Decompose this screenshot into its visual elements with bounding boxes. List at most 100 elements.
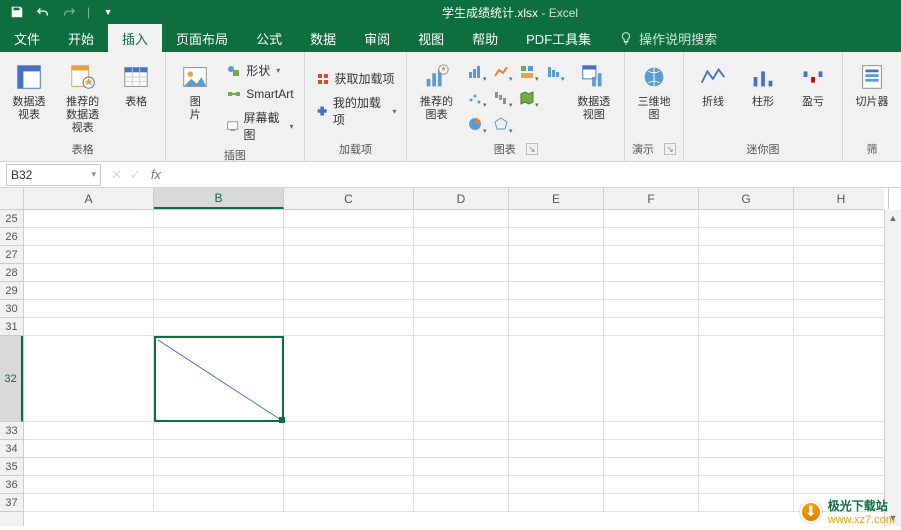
col-header-g[interactable]: G — [699, 188, 794, 209]
col-header-d[interactable]: D — [414, 188, 509, 209]
table-icon — [119, 60, 153, 94]
save-icon[interactable] — [6, 1, 28, 23]
group-label-sparklines: 迷你图 — [747, 139, 780, 161]
row-header-35[interactable]: 35 — [0, 458, 23, 476]
redo-icon — [58, 1, 80, 23]
charts-launcher[interactable]: ↘ — [526, 143, 538, 155]
name-box[interactable]: B32 — [6, 164, 101, 186]
undo-icon[interactable] — [32, 1, 54, 23]
column-headers: A B C D E F G H — [24, 188, 884, 210]
row-header-31[interactable]: 31 — [0, 318, 23, 336]
scroll-up-icon[interactable]: ▲ — [885, 210, 901, 226]
row-header-32[interactable]: 32 — [0, 336, 23, 422]
tab-home[interactable]: 开始 — [54, 24, 108, 52]
cancel-formula-icon: ✕ — [111, 167, 122, 183]
recommended-charts-button[interactable]: 推荐的 图表 — [413, 56, 459, 126]
formula-bar[interactable] — [169, 164, 901, 186]
my-addins-button[interactable]: 我的加载项▾ — [311, 92, 401, 130]
sparkline-column-button[interactable]: 柱形 — [740, 56, 786, 113]
scatter-chart-button[interactable] — [463, 86, 487, 110]
pie-chart-button[interactable] — [463, 112, 487, 136]
fx-icon[interactable]: fx — [151, 167, 161, 182]
select-all-corner[interactable] — [0, 188, 24, 210]
row-header-25[interactable]: 25 — [0, 210, 23, 228]
tab-file[interactable]: 文件 — [0, 24, 54, 52]
tab-pagelayout[interactable]: 页面布局 — [162, 24, 242, 52]
qat-customize-icon[interactable]: ▼ — [97, 1, 119, 23]
row-header-37[interactable]: 37 — [0, 494, 23, 512]
smartart-icon — [226, 86, 242, 102]
pivot-table-button[interactable]: 数据透 视表 — [6, 56, 52, 126]
tab-pdftools[interactable]: PDF工具集 — [512, 24, 605, 52]
watermark: ⬇ 极光下载站 www.xz7.com — [800, 497, 895, 526]
col-header-h[interactable]: H — [794, 188, 889, 209]
column-chart-button[interactable] — [463, 60, 487, 84]
column-chart-icon — [467, 64, 483, 80]
ribbon-tabs: 文件 开始 插入 页面布局 公式 数据 审阅 视图 帮助 PDF工具集 操作说明… — [0, 24, 901, 52]
row-header-30[interactable]: 30 — [0, 300, 23, 318]
recommended-pivot-button[interactable]: 推荐的 数据透视表 — [56, 56, 109, 139]
shapes-icon — [226, 63, 242, 79]
fill-handle[interactable] — [279, 417, 285, 423]
radar-chart-button[interactable] — [489, 112, 513, 136]
col-header-b[interactable]: B — [154, 188, 284, 209]
pictures-button[interactable]: 图 片 — [172, 56, 218, 126]
row-header-28[interactable]: 28 — [0, 264, 23, 282]
tab-data[interactable]: 数据 — [296, 24, 350, 52]
get-addins-button[interactable]: 获取加载项 — [311, 68, 401, 89]
row-header-26[interactable]: 26 — [0, 228, 23, 246]
qat-separator: | — [87, 5, 90, 19]
window-title: 学生成绩统计.xlsx - Excel — [119, 4, 901, 21]
recommended-pivot-icon — [66, 60, 100, 94]
screenshot-button[interactable]: 屏幕截图▾ — [222, 107, 297, 145]
smartart-button[interactable]: SmartArt — [222, 84, 297, 104]
pivot-chart-button[interactable]: 数据透视图 — [569, 56, 618, 126]
sparkline-winloss-button[interactable]: 盈亏 — [790, 56, 836, 113]
demo-launcher[interactable]: ↘ — [664, 143, 676, 155]
sparkline-line-button[interactable]: 折线 — [690, 56, 736, 113]
ribbon: 数据透 视表 推荐的 数据透视表 表格 表格 图 片 形状▾ SmartArt … — [0, 52, 901, 162]
shapes-button[interactable]: 形状▾ — [222, 60, 297, 81]
table-button[interactable]: 表格 — [113, 56, 159, 113]
waterfall-icon — [493, 90, 509, 106]
col-header-c[interactable]: C — [284, 188, 414, 209]
tab-review[interactable]: 审阅 — [350, 24, 404, 52]
active-cell-b32[interactable] — [154, 336, 284, 422]
row-header-33[interactable]: 33 — [0, 422, 23, 440]
row-header-27[interactable]: 27 — [0, 246, 23, 264]
statistic-icon — [545, 64, 561, 80]
tab-view[interactable]: 视图 — [404, 24, 458, 52]
map-icon — [519, 90, 535, 106]
screenshot-icon — [226, 118, 239, 134]
row-headers: 25 26 27 28 29 30 31 32 33 34 35 36 37 — [0, 210, 24, 526]
tell-me-search[interactable]: 操作说明搜索 — [605, 24, 731, 52]
radar-icon — [493, 116, 509, 132]
col-header-a[interactable]: A — [24, 188, 154, 209]
tab-help[interactable]: 帮助 — [458, 24, 512, 52]
vertical-scrollbar[interactable]: ▲ ▼ — [884, 210, 901, 526]
line-chart-icon — [493, 64, 509, 80]
group-label-filters: 筛 — [867, 139, 878, 161]
col-header-e[interactable]: E — [509, 188, 604, 209]
col-header-f[interactable]: F — [604, 188, 699, 209]
diagonal-line-shape — [156, 338, 282, 421]
line-chart-button[interactable] — [489, 60, 513, 84]
slicer-button[interactable]: 切片器 — [849, 56, 895, 113]
statistic-chart-button[interactable] — [541, 60, 565, 84]
map-chart-button[interactable] — [515, 86, 539, 110]
pivot-table-icon — [12, 60, 46, 94]
sparkline-winloss-icon — [796, 60, 830, 94]
group-label-demo: 演示↘ — [632, 139, 676, 161]
3d-map-button[interactable]: 三维地 图 — [631, 56, 677, 126]
hierarchy-chart-button[interactable] — [515, 60, 539, 84]
group-label-addins: 加载项 — [339, 139, 372, 161]
tab-formulas[interactable]: 公式 — [242, 24, 296, 52]
tab-insert[interactable]: 插入 — [108, 24, 162, 52]
pie-icon — [467, 116, 483, 132]
cell-grid[interactable] — [24, 210, 884, 526]
row-header-36[interactable]: 36 — [0, 476, 23, 494]
row-header-29[interactable]: 29 — [0, 282, 23, 300]
row-header-34[interactable]: 34 — [0, 440, 23, 458]
recommended-charts-icon — [419, 60, 453, 94]
waterfall-chart-button[interactable] — [489, 86, 513, 110]
